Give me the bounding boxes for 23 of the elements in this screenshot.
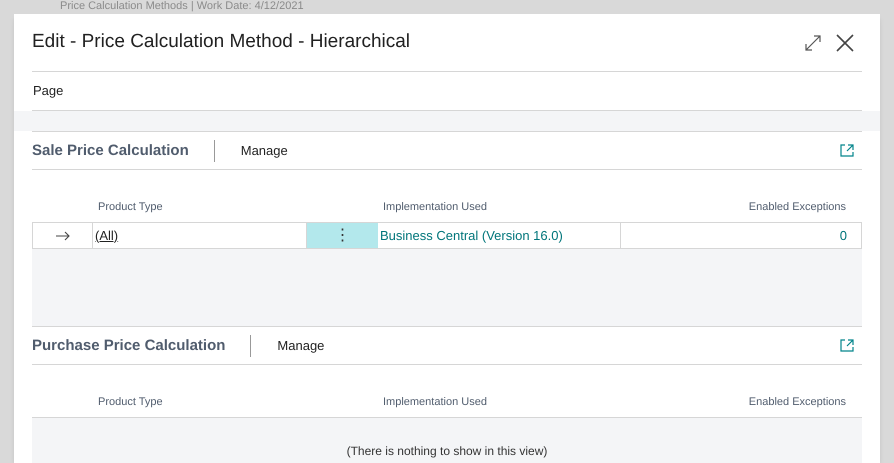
- empty-message: (There is nothing to show in this view): [346, 443, 548, 458]
- section-title[interactable]: Purchase Price Calculation: [32, 334, 252, 356]
- expand-icon[interactable]: [804, 34, 822, 52]
- arrow-right-icon: [56, 230, 70, 240]
- column-header[interactable]: Enabled Exceptions: [748, 200, 846, 212]
- column-header[interactable]: Implementation Used: [383, 200, 487, 212]
- manage-menu[interactable]: Manage: [240, 140, 840, 160]
- column-header[interactable]: Enabled Exceptions: [748, 396, 846, 408]
- page-title: Price Calculation Methods | Work Date: 4/12/2021: [60, 0, 304, 13]
- section-title[interactable]: Sale Price Calculation: [32, 140, 215, 162]
- table-row[interactable]: (All) ⋮ Business Central (Version 16.0) 0: [32, 223, 862, 249]
- page-menu[interactable]: Page: [32, 81, 64, 101]
- table-cell[interactable]: Business Central (Version 16.0): [378, 223, 621, 248]
- dialog-title: Edit - Price Calculation Method - Hierarchical: [32, 30, 412, 54]
- manage-menu[interactable]: Manage: [277, 336, 840, 356]
- table-cell[interactable]: 0: [621, 223, 861, 248]
- open-in-new-icon[interactable]: [840, 144, 854, 157]
- column-header[interactable]: Product Type: [98, 200, 163, 212]
- close-icon[interactable]: [836, 34, 854, 52]
- open-in-new-icon[interactable]: [840, 339, 854, 352]
- column-header[interactable]: Product Type: [98, 396, 163, 408]
- column-header[interactable]: Implementation Used: [383, 396, 487, 408]
- row-menu-button[interactable]: ⋮: [307, 223, 378, 248]
